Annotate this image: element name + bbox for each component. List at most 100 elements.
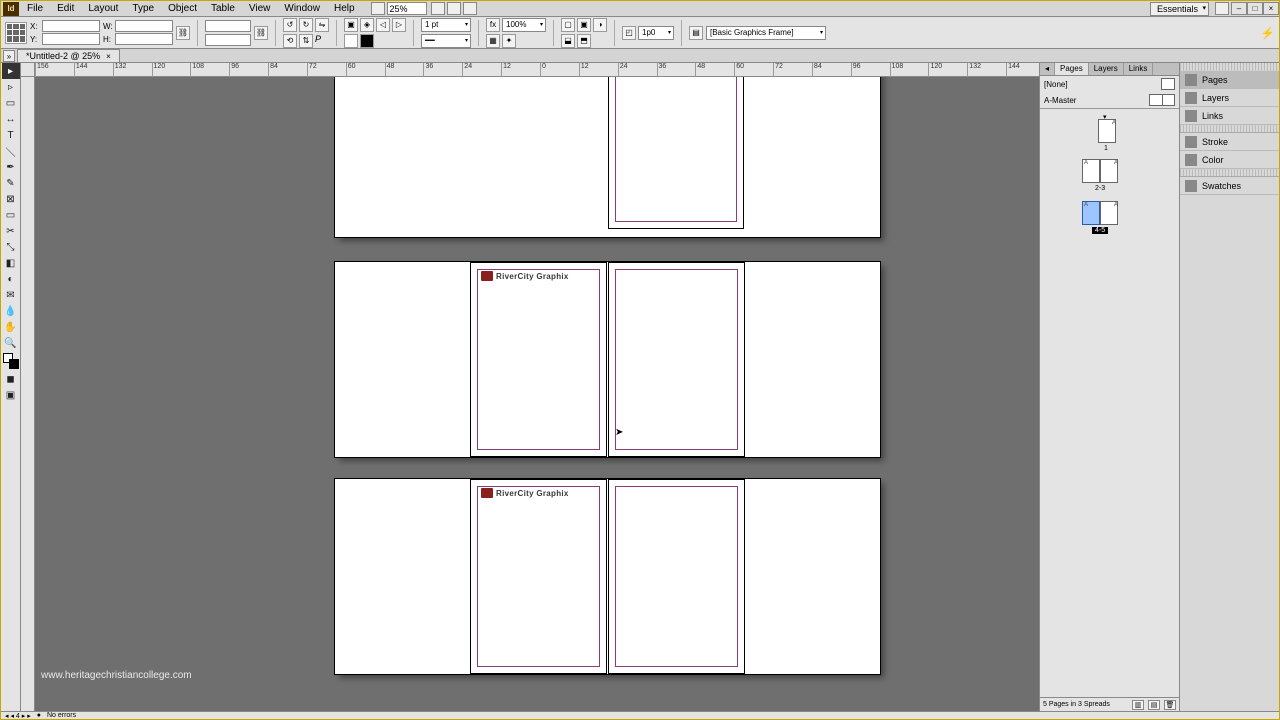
corner-options-icon[interactable]: ◰ (622, 26, 636, 40)
ruler-origin[interactable] (21, 63, 35, 77)
x-field[interactable] (42, 20, 100, 32)
dock-pages[interactable]: Pages (1180, 71, 1279, 89)
text-wrap-shape-icon[interactable]: ◑ (593, 18, 607, 32)
close-tab-icon[interactable]: × (106, 52, 111, 61)
effects-fx-icon[interactable]: fx (486, 18, 500, 32)
type-tool[interactable]: T (2, 127, 20, 143)
page-4[interactable]: RiverCity Graphix (470, 479, 607, 674)
page-nav[interactable]: ◂ ◂ 4 ▸ ▸ (5, 712, 31, 720)
rotate-180-icon[interactable]: ⟲ (283, 34, 297, 48)
stroke-weight-field[interactable]: 1 pt (421, 18, 471, 32)
constrain-icon[interactable]: ⛓ (176, 26, 190, 40)
menu-edit[interactable]: Edit (51, 2, 80, 15)
gradient-swatch-tool[interactable]: ◧ (2, 255, 20, 271)
free-transform-tool[interactable]: ⤡ (2, 239, 20, 255)
preflight-status[interactable]: No errors (47, 712, 76, 719)
master-a-thumb[interactable] (1149, 94, 1175, 106)
select-container-icon[interactable]: ▣ (344, 18, 358, 32)
rotate-ccw-icon[interactable]: ↺ (283, 18, 297, 32)
toolbar-expand-icon[interactable]: » (3, 50, 15, 62)
fill-stroke-swatch[interactable] (3, 353, 19, 369)
delete-page-icon[interactable]: 🗑 (1164, 700, 1176, 710)
scale-x-field[interactable] (205, 20, 251, 32)
maximize-button[interactable]: □ (1247, 2, 1263, 15)
bridge-icon[interactable] (371, 2, 385, 15)
gradient-feather-tool[interactable]: ◐ (2, 271, 20, 287)
pencil-tool[interactable]: ✎ (2, 175, 20, 191)
horizontal-ruler[interactable]: 1561441321201089684726048362412012243648… (35, 63, 1039, 77)
apply-color-icon[interactable]: ◼ (2, 371, 20, 387)
scissors-tool[interactable]: ✂ (2, 223, 20, 239)
dock-grip[interactable] (1180, 63, 1279, 71)
pen-tool[interactable]: ✒ (2, 159, 20, 175)
menu-type[interactable]: Type (126, 2, 160, 15)
dock-swatches[interactable]: Swatches (1180, 177, 1279, 195)
text-wrap-jump-next-icon[interactable]: ⬒ (577, 34, 591, 48)
zoom-level-field[interactable]: 25% (387, 2, 427, 15)
dock-links[interactable]: Links (1180, 107, 1279, 125)
workspace-switcher[interactable]: Essentials (1150, 2, 1209, 16)
select-prev-icon[interactable]: ◁ (376, 18, 390, 32)
eyedropper-tool[interactable]: 💧 (2, 303, 20, 319)
menu-window[interactable]: Window (278, 2, 326, 15)
page-5[interactable] (608, 479, 745, 674)
page-tool[interactable]: ▭ (2, 95, 20, 111)
hand-tool[interactable]: ✋ (2, 319, 20, 335)
quick-apply-icon[interactable]: ✦ (502, 34, 516, 48)
document-viewport[interactable]: 1561441321201089684726048362412012243648… (21, 63, 1039, 711)
arrange-documents-icon[interactable] (463, 2, 477, 15)
selection-tool[interactable]: ▸ (2, 63, 20, 79)
select-next-icon[interactable]: ▷ (392, 18, 406, 32)
scale-y-field[interactable] (205, 34, 251, 46)
menu-table[interactable]: Table (205, 2, 241, 15)
menu-file[interactable]: File (21, 2, 49, 15)
dock-layers[interactable]: Layers (1180, 89, 1279, 107)
corner-size-field[interactable]: 1p0 (638, 26, 674, 40)
text-wrap-bounding-icon[interactable]: ▣ (577, 18, 591, 32)
preflight-bolt-icon[interactable]: ⚡ (1260, 26, 1275, 40)
y-field[interactable] (42, 33, 100, 45)
master-a-label[interactable]: A-Master (1044, 96, 1076, 105)
gap-tool[interactable]: ↔ (2, 111, 20, 127)
object-style-dropdown[interactable]: [Basic Graphics Frame] (706, 26, 826, 40)
text-wrap-none-icon[interactable]: ▢ (561, 18, 575, 32)
reference-point[interactable] (5, 22, 27, 44)
rectangle-frame-tool[interactable]: ⊠ (2, 191, 20, 207)
line-tool[interactable]: ＼ (2, 143, 20, 159)
page-3[interactable] (608, 262, 745, 457)
menu-help[interactable]: Help (328, 2, 361, 15)
page-2[interactable]: RiverCity Graphix (470, 262, 607, 457)
panel-collapse-icon[interactable]: ◂ (1040, 63, 1055, 75)
object-style-icon[interactable]: ▤ (689, 26, 703, 40)
layers-tab[interactable]: Layers (1089, 63, 1124, 75)
text-wrap-jump-icon[interactable]: ⬓ (561, 34, 575, 48)
menu-view[interactable]: View (243, 2, 277, 15)
links-tab[interactable]: Links (1124, 63, 1154, 75)
direct-selection-tool[interactable]: ▹ (2, 79, 20, 95)
flip-v-icon[interactable]: ⇅ (299, 34, 313, 48)
view-options-icon[interactable] (431, 2, 445, 15)
pages-list[interactable]: ▾ A 1 A A 2-3 A A 4-5 (1040, 109, 1179, 697)
rectangle-tool[interactable]: ▭ (2, 207, 20, 223)
constrain-scale-icon[interactable]: ⛓ (254, 26, 268, 40)
flip-h-icon[interactable]: ⇋ (315, 18, 329, 32)
pages-tab[interactable]: Pages (1055, 63, 1089, 75)
menu-object[interactable]: Object (162, 2, 203, 15)
drop-shadow-icon[interactable]: ▦ (486, 34, 500, 48)
search-icon[interactable] (1215, 2, 1229, 15)
page-1[interactable] (608, 77, 744, 229)
menu-layout[interactable]: Layout (82, 2, 124, 15)
minimize-button[interactable]: – (1231, 2, 1247, 15)
w-field[interactable] (115, 20, 173, 32)
select-content-icon[interactable]: ◈ (360, 18, 374, 32)
h-field[interactable] (115, 33, 173, 45)
note-tool[interactable]: ✉ (2, 287, 20, 303)
opacity-field[interactable]: 100% (502, 18, 546, 32)
dock-color[interactable]: Color (1180, 151, 1279, 169)
dock-stroke[interactable]: Stroke (1180, 133, 1279, 151)
vertical-ruler[interactable] (21, 77, 35, 711)
screen-mode-icon[interactable] (447, 2, 461, 15)
document-tab[interactable]: *Untitled-2 @ 25% × (17, 49, 120, 62)
screen-mode-tool[interactable]: ▣ (2, 387, 20, 403)
master-none-label[interactable]: [None] (1044, 80, 1068, 89)
